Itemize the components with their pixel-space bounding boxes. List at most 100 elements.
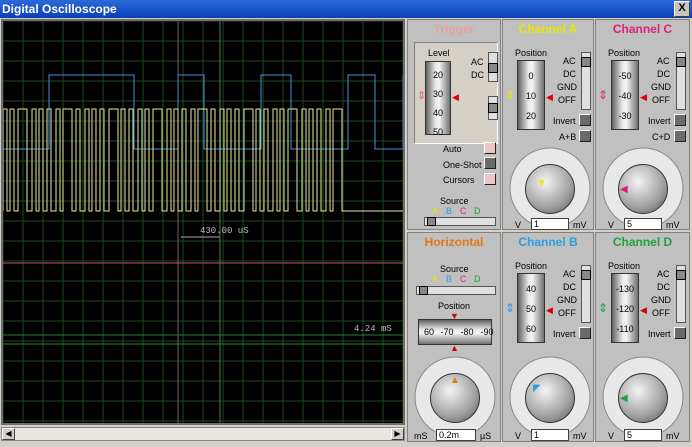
oneshot-label: One-Shot bbox=[443, 160, 482, 170]
cursors-button[interactable] bbox=[484, 173, 496, 185]
off-label: OFF bbox=[652, 95, 670, 105]
channel-d-arrow-icon: ⇕ bbox=[598, 301, 609, 315]
scroll-left-icon[interactable]: ◀ bbox=[2, 428, 15, 440]
source-a[interactable]: A bbox=[432, 206, 438, 216]
channel-b-title: Channel B bbox=[518, 235, 578, 249]
oneshot-button[interactable] bbox=[484, 157, 496, 169]
auto-label: Auto bbox=[443, 144, 462, 154]
source-d[interactable]: D bbox=[474, 206, 481, 216]
close-button[interactable]: X bbox=[674, 1, 690, 17]
channel-c-arrow-icon: ⇕ bbox=[598, 88, 609, 102]
off-label: OFF bbox=[558, 308, 576, 318]
trigger-level-drum[interactable]: 20 30 40 50 bbox=[425, 61, 451, 137]
channel-b-coupling-slider[interactable] bbox=[581, 265, 591, 323]
tick: -40 bbox=[618, 91, 632, 101]
tick: 20 bbox=[432, 70, 443, 80]
horizontal-time-dial[interactable]: ▲ bbox=[412, 353, 498, 438]
combine-label: C+D bbox=[652, 132, 671, 142]
channel-a-title: Channel A bbox=[518, 22, 578, 36]
gnd-label: GND bbox=[557, 295, 577, 305]
channel-d-volts-dial[interactable]: ◀ bbox=[600, 353, 686, 438]
channel-c-combine-button[interactable] bbox=[674, 130, 686, 142]
channel-b-invert-button[interactable] bbox=[579, 327, 591, 339]
channel-a-position-drum[interactable]: 0 10 20 bbox=[517, 60, 545, 130]
level-marker-icon: ◀ bbox=[452, 92, 459, 102]
dc-label: DC bbox=[657, 69, 670, 79]
source-label: Source bbox=[440, 264, 469, 274]
channel-d-invert-button[interactable] bbox=[674, 327, 686, 339]
channel-c-coupling-slider[interactable] bbox=[676, 52, 686, 110]
horizontal-time-input[interactable]: 0.2m bbox=[436, 429, 476, 441]
source-b[interactable]: B bbox=[446, 274, 452, 284]
knob-pointer-icon: ◀ bbox=[620, 184, 628, 195]
source-a[interactable]: A bbox=[432, 274, 438, 284]
v-label: V bbox=[515, 431, 522, 441]
mv-label: mV bbox=[666, 431, 680, 441]
tick: 20 bbox=[525, 111, 536, 121]
source-c[interactable]: C bbox=[460, 274, 467, 284]
tick: 60 bbox=[525, 324, 536, 334]
channel-a-marker-icon: ◀ bbox=[546, 92, 553, 102]
source-label: Source bbox=[440, 196, 469, 206]
v-label: V bbox=[608, 220, 615, 230]
tick: 50 bbox=[525, 304, 536, 314]
channel-b-position-drum[interactable]: 40 50 60 bbox=[517, 273, 545, 343]
channel-d-volts-input[interactable]: 5 bbox=[624, 429, 662, 441]
level-label: Level bbox=[428, 48, 450, 58]
channel-c-position-drum[interactable]: -50 -40 -30 bbox=[611, 60, 639, 130]
channel-b-volts-dial[interactable]: ◤ bbox=[507, 353, 593, 438]
channel-a-coupling-slider[interactable] bbox=[581, 52, 591, 110]
horizontal-scrollbar[interactable]: ◀ ▶ bbox=[1, 427, 405, 441]
ms-label: mS bbox=[414, 431, 428, 441]
scope-display[interactable]: 430.00 uS 4.24 mS bbox=[1, 19, 405, 425]
scroll-right-icon[interactable]: ▶ bbox=[391, 428, 404, 440]
horizontal-marker-bottom-icon: ▲ bbox=[450, 343, 459, 353]
source-c[interactable]: C bbox=[460, 206, 467, 216]
knob-pointer-icon: ◀ bbox=[620, 393, 628, 404]
channel-c-panel: Channel C Position -50 -40 -30 ⇕ ◀ AC DC… bbox=[595, 19, 690, 230]
invert-label: Invert bbox=[553, 329, 576, 339]
channel-a-panel: Channel A Position 0 10 20 ⇕ ◀ AC DC GND… bbox=[502, 19, 594, 230]
invert-label: Invert bbox=[648, 116, 671, 126]
window-title: Digital Oscilloscope X bbox=[0, 0, 692, 18]
tick: 10 bbox=[525, 91, 536, 101]
channel-a-volts-dial[interactable]: ▼ bbox=[507, 144, 593, 229]
tick: 0 bbox=[528, 71, 534, 81]
horizontal-position-drum[interactable]: 60 -70 -80 -90 bbox=[418, 319, 494, 345]
channel-d-position-drum[interactable]: -130 -120 -110 bbox=[611, 273, 639, 343]
trigger-coupling-slider[interactable] bbox=[488, 52, 498, 82]
channel-c-invert-button[interactable] bbox=[674, 114, 686, 126]
channel-a-volts-input[interactable]: 1 bbox=[531, 218, 569, 230]
channel-a-arrow-icon: ⇕ bbox=[505, 88, 516, 102]
cursors-label: Cursors bbox=[443, 175, 475, 185]
position-label: Position bbox=[438, 301, 471, 311]
horizontal-source-slider[interactable] bbox=[416, 286, 496, 295]
ac-label: AC bbox=[657, 56, 670, 66]
dc-label: DC bbox=[563, 282, 576, 292]
trigger-source-slider[interactable] bbox=[424, 217, 496, 226]
channel-b-panel: Channel B Position 40 50 60 ⇕ ◀ AC DC GN… bbox=[502, 232, 594, 442]
tick: -120 bbox=[615, 304, 634, 314]
channel-c-volts-dial[interactable]: ◀ bbox=[600, 144, 686, 229]
position-label: Position bbox=[515, 261, 548, 271]
source-d[interactable]: D bbox=[474, 274, 481, 284]
trigger-dc-label: DC bbox=[471, 70, 484, 80]
horizontal-title: Horizontal bbox=[424, 235, 484, 249]
gnd-label: GND bbox=[557, 82, 577, 92]
channel-b-knob[interactable] bbox=[525, 373, 575, 423]
trigger-edge-slider[interactable] bbox=[488, 96, 498, 120]
dc-label: DC bbox=[563, 69, 576, 79]
trigger-arrow-icon: ⇕ bbox=[417, 90, 427, 102]
source-b[interactable]: B bbox=[446, 206, 452, 216]
channel-b-arrow-icon: ⇕ bbox=[505, 301, 516, 315]
channel-a-knob[interactable] bbox=[525, 164, 575, 214]
auto-button[interactable] bbox=[484, 142, 496, 154]
tick: 40 bbox=[525, 284, 536, 294]
channel-d-coupling-slider[interactable] bbox=[676, 265, 686, 323]
channel-c-volts-input[interactable]: 5 bbox=[624, 218, 662, 230]
off-label: OFF bbox=[652, 308, 670, 318]
channel-a-combine-button[interactable] bbox=[579, 130, 591, 142]
channel-a-invert-button[interactable] bbox=[579, 114, 591, 126]
channel-b-volts-input[interactable]: 1 bbox=[531, 429, 569, 441]
position-label: Position bbox=[608, 48, 641, 58]
